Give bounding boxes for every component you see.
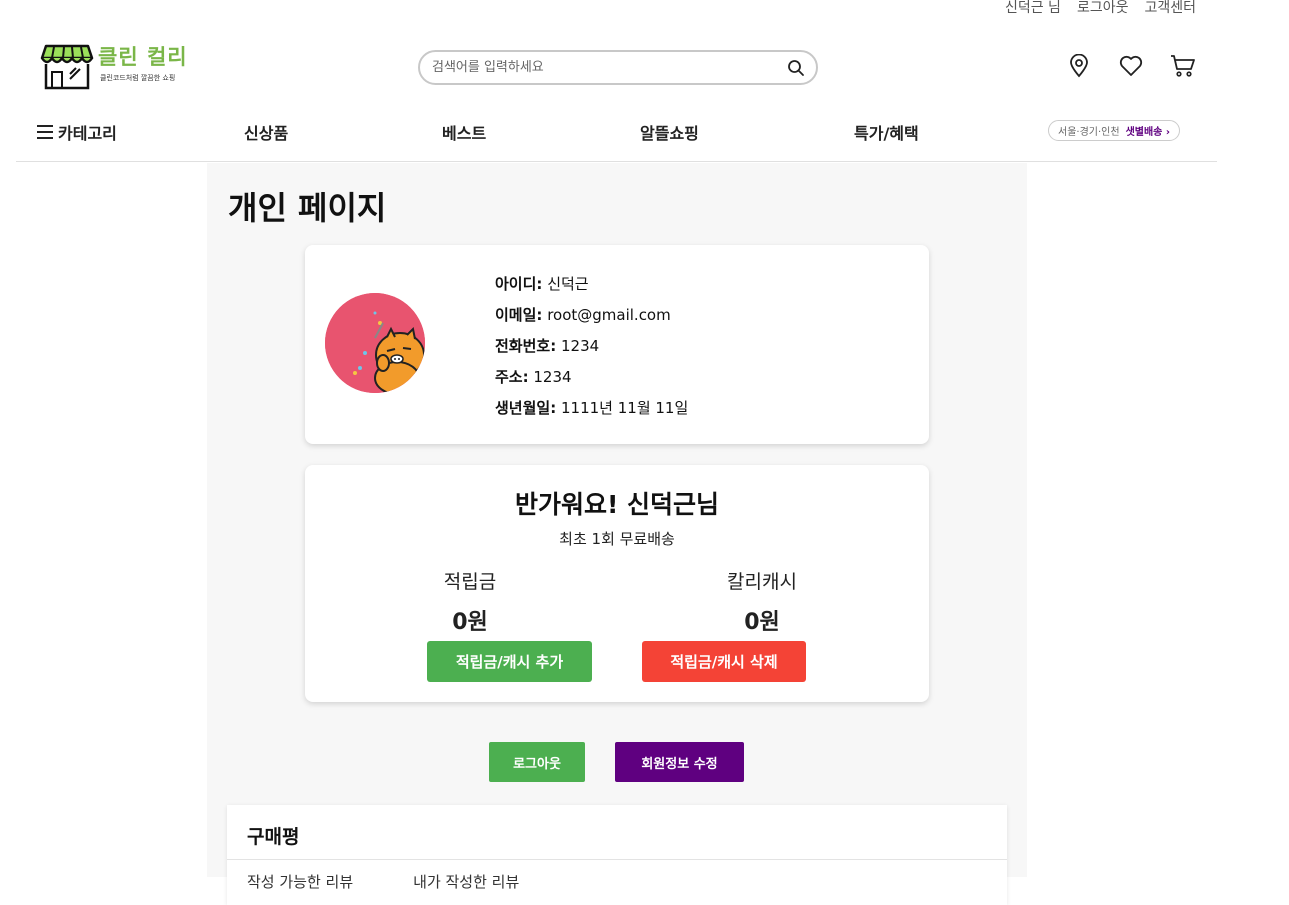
avatar: [325, 293, 425, 393]
greeting: 반가워요! 신덕근님: [514, 490, 720, 519]
points-value: 0원: [452, 610, 488, 635]
delete-points-button[interactable]: 적립금/캐시 삭제: [642, 641, 806, 682]
profile-phone-row: 전화번호: 1234: [495, 331, 688, 362]
email-label: 이메일:: [495, 306, 543, 324]
review-tabs: 작성 가능한 리뷰 내가 작성한 리뷰: [247, 871, 519, 892]
nav-item-special[interactable]: 특가/혜택: [854, 120, 919, 144]
logout-link[interactable]: 로그아웃: [1077, 0, 1129, 20]
id-label: 아이디:: [495, 275, 543, 293]
nav-item-new[interactable]: 신상품: [244, 120, 288, 144]
address-label: 주소:: [495, 368, 529, 386]
search-box: [418, 50, 818, 85]
user-name-link[interactable]: 신덕근 님: [1005, 0, 1061, 20]
heart-icon[interactable]: [1118, 53, 1144, 79]
profile-info: 아이디: 신덕근 이메일: root@gmail.com 전화번호: 1234 …: [495, 269, 688, 424]
search-icon[interactable]: [786, 58, 806, 78]
review-section: 구매평 작성 가능한 리뷰 내가 작성한 리뷰: [227, 805, 1007, 905]
main-nav: 카테고리 신상품 베스트 알뜰쇼핑 특가/혜택 서울·경기·인천 샛별배송 ›: [16, 110, 1217, 162]
birth-label: 생년월일:: [495, 399, 557, 417]
benefit-text: 최초 1회 무료배송: [559, 530, 675, 548]
profile-card: 아이디: 신덕근 이메일: root@gmail.com 전화번호: 1234 …: [305, 245, 929, 444]
delivery-label: 샛별배송 ›: [1125, 127, 1170, 138]
profile-birth-row: 생년월일: 1111년 11월 11일: [495, 393, 688, 424]
kurly-cash-value: 0원: [744, 610, 780, 635]
hamburger-icon: [37, 125, 53, 139]
logout-button[interactable]: 로그아웃: [489, 742, 585, 782]
kurly-cash-block: 칼리캐시 0원: [677, 567, 847, 636]
page-title: 개인 페이지: [228, 189, 387, 227]
delivery-region: 서울·경기·인천: [1058, 127, 1120, 138]
profile-email-row: 이메일: root@gmail.com: [495, 300, 688, 331]
cart-icon[interactable]: [1170, 53, 1196, 79]
category-label: 카테고리: [58, 124, 117, 143]
email-value: root@gmail.com: [547, 306, 671, 324]
header-icons: [1066, 53, 1196, 79]
location-pin-icon[interactable]: [1066, 53, 1092, 79]
profile-id-row: 아이디: 신덕근: [495, 269, 688, 300]
tab-my-reviews[interactable]: 내가 작성한 리뷰: [413, 871, 519, 892]
review-title: 구매평: [247, 826, 300, 848]
logo-title: 클린 컬리: [98, 45, 188, 69]
id-value: 신덕근: [547, 275, 589, 293]
profile-address-row: 주소: 1234: [495, 362, 688, 393]
birth-value: 1111년 11월 11일: [560, 399, 689, 417]
phone-value: 1234: [560, 337, 600, 355]
tab-writable-reviews[interactable]: 작성 가능한 리뷰: [247, 871, 353, 892]
category-menu[interactable]: 카테고리: [37, 120, 117, 144]
shop-storefront-icon: [40, 44, 94, 90]
delivery-badge[interactable]: 서울·경기·인천 샛별배송 ›: [1048, 120, 1180, 141]
kurly-cash-label: 칼리캐시: [727, 571, 797, 593]
points-label: 적립금: [443, 571, 497, 593]
logo-subtitle: 클린코드처럼 깔끔한 쇼핑: [100, 74, 176, 82]
review-divider: [227, 859, 1007, 860]
customer-center-link[interactable]: 고객센터: [1144, 0, 1196, 20]
edit-profile-button[interactable]: 회원정보 수정: [615, 742, 744, 782]
main-content: 개인 페이지 아이디: 신덕근 이메일: root@gmail.com 전화번호…: [207, 163, 1027, 905]
points-block: 적립금 0원: [385, 567, 555, 636]
utility-bar: 신덕근 님 로그아웃 고객센터: [1005, 0, 1196, 20]
nav-item-thrift[interactable]: 알뜰쇼핑: [640, 120, 699, 144]
cash-card: 반가워요! 신덕근님 최초 1회 무료배송 적립금 0원 칼리캐시 0원 적립금…: [305, 465, 929, 702]
nav-item-best[interactable]: 베스트: [442, 120, 486, 144]
logo[interactable]: 클린 컬리 클린코드처럼 깔끔한 쇼핑: [40, 42, 188, 92]
add-points-button[interactable]: 적립금/캐시 추가: [427, 641, 592, 682]
address-value: 1234: [533, 368, 572, 386]
phone-label: 전화번호:: [495, 337, 557, 355]
search-input[interactable]: [432, 60, 786, 75]
